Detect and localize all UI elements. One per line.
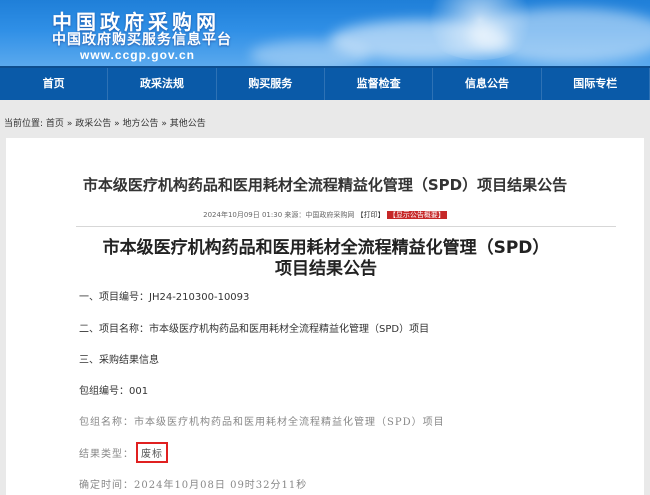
section-procurement-result: 三、采购结果信息 bbox=[79, 355, 159, 366]
result-type-label: 结果类型： bbox=[79, 449, 134, 460]
banner-cloud bbox=[250, 40, 370, 66]
nav-item-international[interactable]: 国际专栏 bbox=[542, 68, 650, 100]
main-nav: 首页 政采法规 购买服务 监督检查 信息公告 国际专栏 bbox=[0, 66, 650, 100]
breadcrumb-separator: » bbox=[161, 119, 167, 129]
nav-item-home[interactable]: 首页 bbox=[0, 68, 109, 100]
project-name: 二、项目名称：市本级医疗机构药品和医用耗材全流程精益化管理（SPD）项目 bbox=[79, 324, 430, 335]
nav-item-regulations[interactable]: 政采法规 bbox=[108, 68, 217, 100]
breadcrumb-separator: » bbox=[66, 119, 73, 129]
breadcrumb-prefix: 当前位置: bbox=[4, 119, 44, 129]
site-logo-subtitle: 中国政府购买服务信息平台 bbox=[52, 32, 232, 48]
nav-item-purchase-services[interactable]: 购买服务 bbox=[217, 68, 325, 100]
site-logo-url: www.ccgp.gov.cn bbox=[80, 48, 196, 62]
result-type: 结果类型： 废标 bbox=[79, 442, 168, 463]
result-type-value: 废标 bbox=[136, 442, 168, 463]
article-panel: 市本级医疗机构药品和医用耗材全流程精益化管理（SPD）项目结果公告 2024年1… bbox=[6, 138, 644, 495]
print-button[interactable]: 【打印】 bbox=[357, 211, 385, 219]
publish-date: 2024年10月09日 01:30 bbox=[203, 211, 283, 219]
show-summary-button[interactable]: 【显示公告概要】 bbox=[386, 211, 447, 219]
article-meta: 2024年10月09日 01:30 来源：中国政府采购网 【打印】 【显示公告概… bbox=[6, 210, 644, 220]
breadcrumb: 当前位置: 首页 » 政采公告 » 地方公告 » 其他公告 bbox=[4, 116, 206, 129]
meta-divider bbox=[76, 226, 616, 227]
site-banner: 中国政府采购网 中国政府购买服务信息平台 www.ccgp.gov.cn bbox=[0, 0, 650, 66]
package-name: 包组名称：市本级医疗机构药品和医用耗材全流程精益化管理（SPD）项目 bbox=[79, 417, 445, 428]
breadcrumb-separator: » bbox=[114, 119, 120, 129]
confirm-time: 确定时间：2024年10月08日 09时32分11秒 bbox=[79, 480, 308, 491]
nav-item-supervision[interactable]: 监督检查 bbox=[325, 68, 434, 100]
breadcrumb-link-other-notices[interactable]: 其他公告 bbox=[170, 119, 206, 129]
project-number: 一、项目编号：JH24-210300-10093 bbox=[79, 292, 250, 303]
nav-item-announcements[interactable]: 信息公告 bbox=[433, 68, 542, 100]
breadcrumb-link-home[interactable]: 首页 bbox=[46, 119, 64, 129]
page-title: 市本级医疗机构药品和医用耗材全流程精益化管理（SPD）项目结果公告 bbox=[82, 176, 568, 194]
document-title: 市本级医疗机构药品和医用耗材全流程精益化管理（SPD） 项目结果公告 bbox=[36, 238, 616, 280]
package-number: 包组编号：001 bbox=[79, 386, 149, 397]
breadcrumb-link-local-notices[interactable]: 地方公告 bbox=[122, 119, 158, 129]
article-source: 来源：中国政府采购网 bbox=[284, 211, 355, 219]
document-title-line2: 项目结果公告 bbox=[275, 259, 377, 279]
document-title-line1: 市本级医疗机构药品和医用耗材全流程精益化管理（SPD） bbox=[102, 238, 550, 258]
breadcrumb-link-procurement-notices[interactable]: 政采公告 bbox=[75, 119, 111, 129]
